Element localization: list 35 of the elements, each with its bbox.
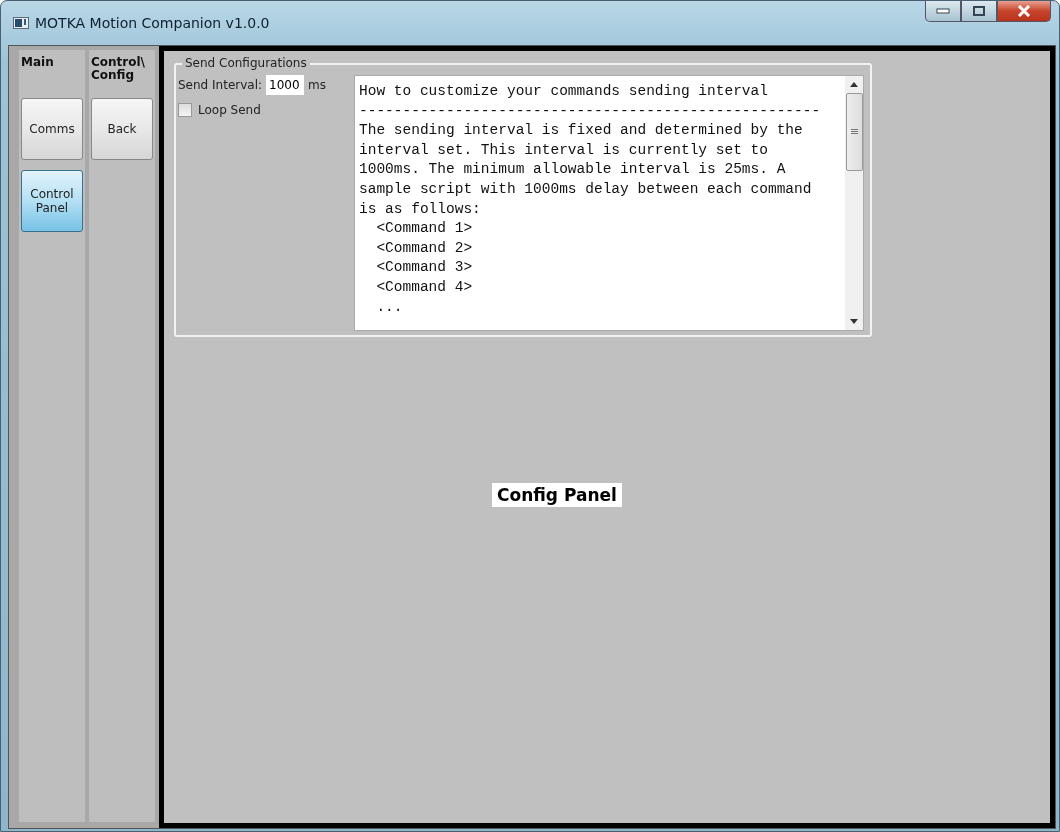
column-header: Control\ Config: [90, 56, 145, 84]
close-icon: [1017, 5, 1031, 17]
app-icon: [13, 17, 29, 29]
nav-button[interactable]: Comms: [21, 98, 83, 160]
text-line: <Command 3>: [375, 258, 474, 278]
text-line: -----------------------------------------------------: [359, 101, 822, 121]
text-line: 1000ms. The minimum allowable interval is 25ms. A: [359, 160, 787, 180]
nav-button[interactable]: Back: [91, 98, 153, 160]
text-line: sample script with 1000ms delay between each command: [359, 179, 813, 199]
interval-field[interactable]: 1000: [266, 75, 305, 95]
group-title: Send Configurations: [182, 56, 310, 70]
text-line: interval set. This interval is currently set to: [359, 140, 769, 160]
field-label: Send Interval:: [178, 78, 263, 92]
column-header: Main: [20, 56, 54, 71]
text-line: is as follows:: [359, 199, 482, 219]
text-line: The sending interval is fixed and determined by the: [359, 121, 804, 141]
text-line: <Command 4>: [375, 277, 474, 297]
window-title: MOTKA Motion Companion v1.0.0: [35, 15, 270, 31]
text-line: <Command 1>: [375, 219, 474, 239]
maximize-icon: [973, 6, 985, 16]
scrollbar[interactable]: [845, 76, 863, 330]
panel-label: Config Panel: [492, 483, 622, 507]
scroll-up-icon[interactable]: [850, 82, 858, 87]
text-line: <Command 2>: [375, 238, 474, 258]
scroll-down-icon[interactable]: [850, 319, 858, 324]
close-button[interactable]: [997, 1, 1051, 22]
maximize-button[interactable]: [961, 1, 997, 22]
unit-label: ms: [308, 78, 326, 92]
loop-send-checkbox[interactable]: Loop Send: [178, 103, 340, 117]
minimize-icon: [936, 8, 950, 14]
nav-button[interactable]: Control Panel: [21, 170, 83, 232]
text-line: How to customize your commands sending interval: [359, 82, 769, 101]
text-line: ...: [375, 297, 404, 317]
minimize-button[interactable]: [925, 1, 961, 22]
grip-icon: [850, 129, 858, 135]
